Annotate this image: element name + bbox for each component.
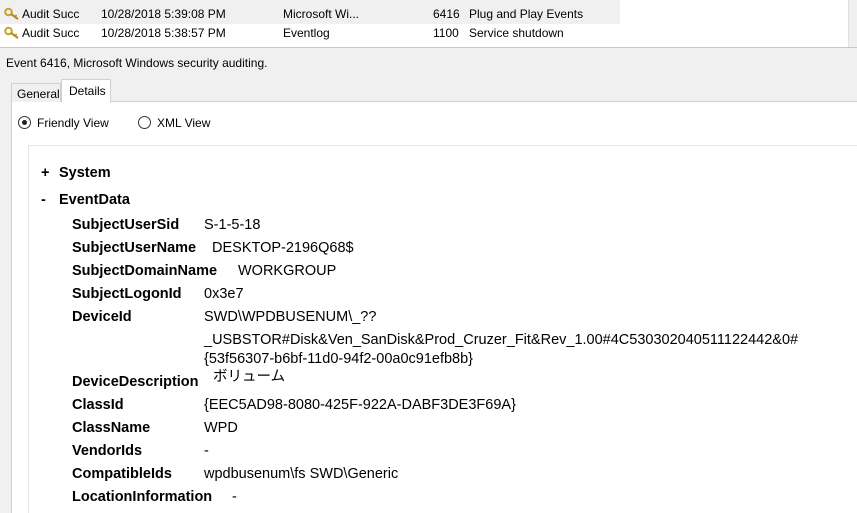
expand-toggle[interactable]: + bbox=[41, 163, 53, 183]
field-name: DeviceDescription bbox=[72, 374, 199, 390]
field-value: {53f56307-b6bf-11d0-94f2-00a0c91efb8b} bbox=[204, 351, 474, 367]
scrollbar[interactable] bbox=[848, 0, 857, 50]
tab-general[interactable]: General bbox=[11, 83, 61, 102]
friendly-view-label: Friendly View bbox=[37, 116, 109, 130]
event-id: 1100 bbox=[433, 26, 459, 40]
field-name: DeviceId bbox=[72, 309, 132, 325]
radio-button-icon[interactable] bbox=[138, 116, 151, 129]
collapse-toggle[interactable]: - bbox=[41, 190, 53, 210]
field-value: S-1-5-18 bbox=[204, 217, 261, 233]
radio-button-icon[interactable] bbox=[18, 116, 31, 129]
field-value: {EEC5AD98-8080-425F-922A-DABF3DE3F69A} bbox=[204, 397, 516, 413]
event-date-time: 10/28/2018 5:38:57 PM bbox=[101, 26, 226, 40]
field-name: SubjectUserSid bbox=[72, 217, 180, 233]
event-source: Eventlog bbox=[283, 26, 330, 40]
event-list: Audit Succ 10/28/2018 5:39:08 PM Microso… bbox=[0, 0, 620, 44]
section-label: System bbox=[59, 165, 111, 181]
field-name: LocationInformation bbox=[72, 489, 213, 505]
event-details-title: Event 6416, Microsoft Windows security a… bbox=[6, 56, 268, 70]
event-keywords: Audit Succ bbox=[22, 7, 80, 21]
field-value: ボリューム bbox=[213, 369, 286, 385]
event-viewer-window: Audit Succ 10/28/2018 5:39:08 PM Microso… bbox=[0, 0, 857, 513]
field-value: wpdbusenum\fs SWD\Generic bbox=[204, 466, 399, 482]
radio-selected-dot bbox=[22, 120, 27, 125]
field-value: SWD\WPDBUSENUM\_?? bbox=[204, 309, 377, 325]
key-icon bbox=[4, 24, 20, 43]
event-id: 6416 bbox=[433, 7, 460, 21]
field-name: ClassId bbox=[72, 397, 124, 413]
event-row[interactable]: Audit Succ 10/28/2018 5:39:08 PM Microso… bbox=[0, 5, 620, 24]
field-name: SubjectUserName bbox=[72, 240, 197, 256]
field-name: SubjectLogonId bbox=[72, 286, 182, 302]
field-name: VendorIds bbox=[72, 443, 143, 459]
field-value: WORKGROUP bbox=[238, 263, 337, 279]
friendly-view-content bbox=[28, 145, 857, 513]
field-value: WPD bbox=[204, 420, 238, 436]
event-row[interactable]: Audit Succ 10/28/2018 5:38:57 PM Eventlo… bbox=[0, 24, 620, 43]
event-task-category: Service shutdown bbox=[469, 26, 564, 40]
event-source: Microsoft Wi... bbox=[283, 7, 360, 21]
event-details-header: Event 6416, Microsoft Windows security a… bbox=[0, 47, 857, 76]
tab-details[interactable]: Details bbox=[61, 79, 111, 103]
event-task-category: Plug and Play Events bbox=[469, 7, 584, 21]
field-value: _USBSTOR#Disk&Ven_SanDisk&Prod_Cruzer_Fi… bbox=[204, 332, 799, 348]
section-label: EventData bbox=[59, 192, 130, 208]
event-keywords: Audit Succ bbox=[22, 26, 80, 40]
field-value: DESKTOP-2196Q68$ bbox=[212, 240, 354, 256]
field-name: CompatibleIds bbox=[72, 466, 172, 482]
field-value: - bbox=[204, 443, 209, 459]
field-value: 0x3e7 bbox=[204, 286, 244, 302]
field-name: SubjectDomainName bbox=[72, 263, 218, 279]
tab-strip-divider bbox=[11, 101, 857, 102]
field-value: - bbox=[232, 489, 237, 505]
event-date-time: 10/28/2018 5:39:08 PM bbox=[101, 7, 226, 21]
xml-view-label: XML View bbox=[157, 116, 211, 130]
key-icon bbox=[4, 5, 20, 24]
field-name: ClassName bbox=[72, 420, 151, 436]
